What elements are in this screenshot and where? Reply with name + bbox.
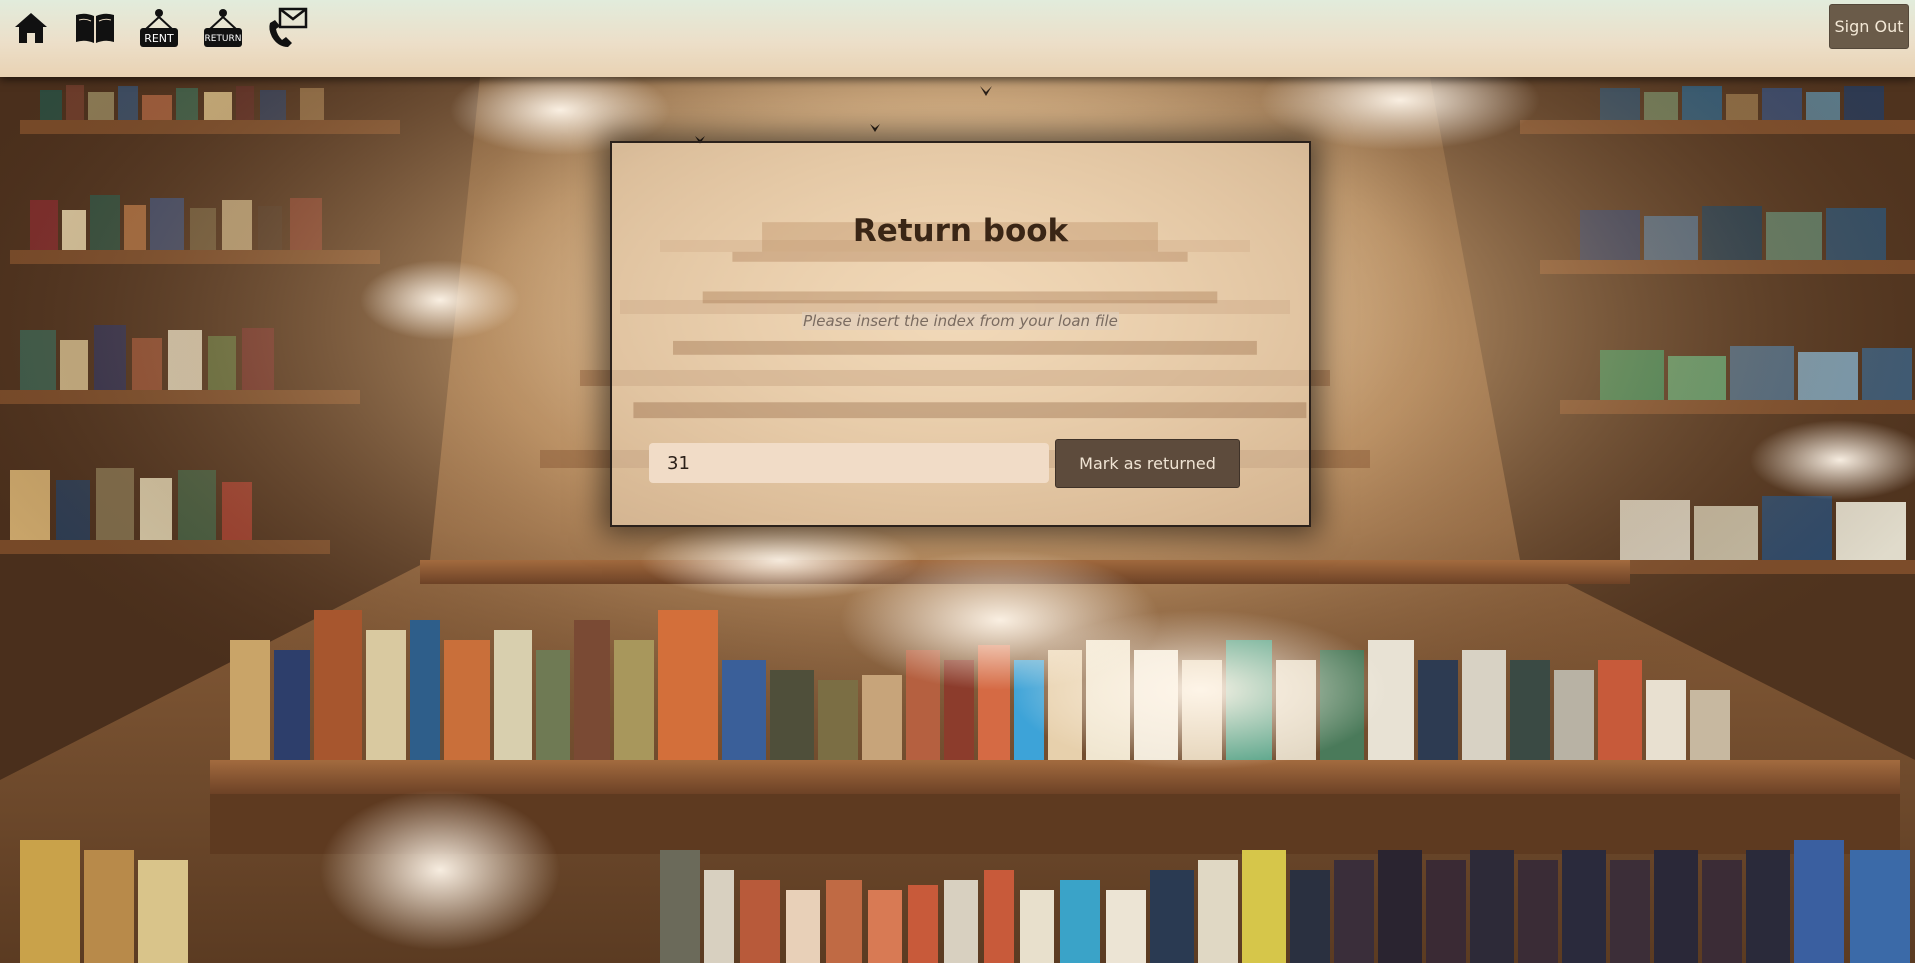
return-sign-icon: RETURN bbox=[204, 9, 242, 47]
home-icon bbox=[15, 13, 47, 43]
return-nav-button[interactable]: RETURN bbox=[200, 6, 246, 50]
book-icon bbox=[76, 13, 114, 43]
return-book-panel: Return book Please insert the index from… bbox=[610, 141, 1311, 527]
rent-sign-label: RENT bbox=[144, 32, 174, 45]
books-nav-button[interactable] bbox=[72, 6, 118, 50]
loan-index-input[interactable] bbox=[649, 443, 1049, 483]
index-hint-text: Please insert the index from your loan f… bbox=[612, 312, 1309, 330]
sign-out-button[interactable]: Sign Out bbox=[1829, 4, 1909, 49]
phone-mail-icon bbox=[269, 7, 308, 47]
mark-as-returned-button[interactable]: Mark as returned bbox=[1055, 439, 1240, 488]
contact-nav-button[interactable] bbox=[264, 6, 310, 50]
rent-nav-button[interactable]: RENT bbox=[136, 6, 182, 50]
nav-icon-group: RENT RETURN bbox=[8, 6, 310, 50]
page-title: Return book bbox=[852, 213, 1069, 249]
return-sign-label: RETURN bbox=[204, 34, 241, 44]
home-nav-button[interactable] bbox=[8, 6, 54, 50]
top-nav-bar: RENT RETURN Sign Out bbox=[0, 0, 1915, 77]
rent-sign-icon: RENT bbox=[140, 9, 178, 47]
index-hint-label: Please insert the index from your loan f… bbox=[802, 312, 1119, 330]
